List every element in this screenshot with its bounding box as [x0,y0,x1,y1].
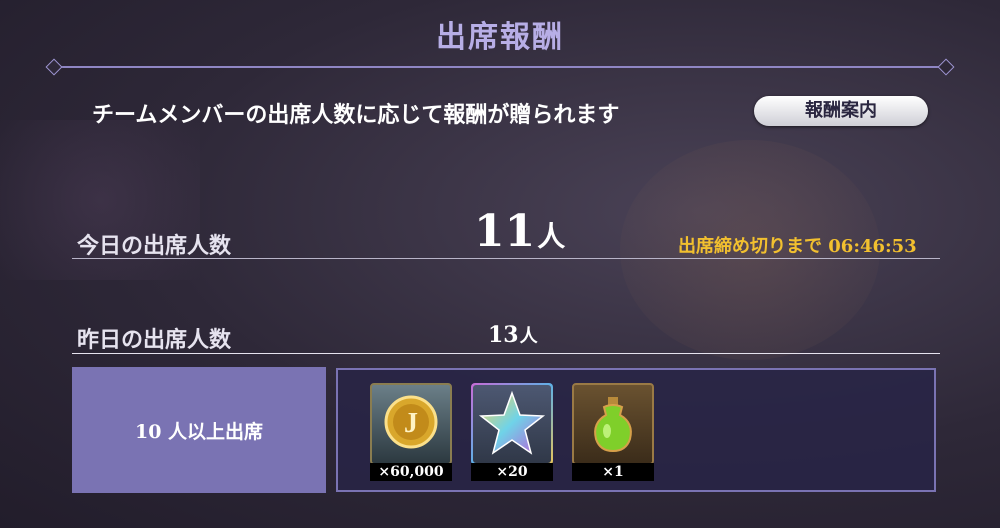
yesterday-attendance-label: 昨日の出席人数 [77,327,232,353]
yesterday-attendance-count: 13人 [488,322,538,348]
reward-guide-button[interactable]: 報酬案内 [754,96,928,126]
gold-coin-icon: J [370,383,452,465]
description-text: チームメンバーの出席人数に応じて報酬が贈られます [92,102,620,128]
rainbow-star-icon [471,383,553,465]
yesterday-count-unit: 人 [519,326,538,347]
page-title: 出席報酬 [436,20,564,55]
today-attendance-label: 今日の出席人数 [77,233,232,259]
reward-panel: J ×60,000 ×20 ×1 [336,368,936,492]
reward-item-star[interactable]: ×20 [471,383,553,481]
tier-label-text: 10 人以上出席 [134,420,264,443]
reward-quantity: ×20 [471,463,553,481]
divider-ornament-right [937,58,955,76]
today-count-value: 11 [474,206,536,257]
today-attendance-count: 11人 [474,206,565,257]
yesterday-count-value: 13 [488,322,519,348]
reward-quantity: ×1 [572,463,654,481]
reward-tier-label: 10 人以上出席 [72,367,326,493]
svg-text:J: J [404,408,418,439]
green-potion-icon [572,383,654,465]
row-divider [72,258,940,259]
attendance-deadline-timer: 出席締め切りまで 06:46:53 [678,236,917,257]
reward-quantity: ×60,000 [370,463,452,481]
reward-item-potion[interactable]: ×1 [572,383,654,481]
reward-item-coin[interactable]: J ×60,000 [370,383,452,481]
title-divider [45,58,955,76]
today-count-unit: 人 [537,220,566,253]
divider-ornament-left [45,58,63,76]
row-divider [72,353,940,354]
